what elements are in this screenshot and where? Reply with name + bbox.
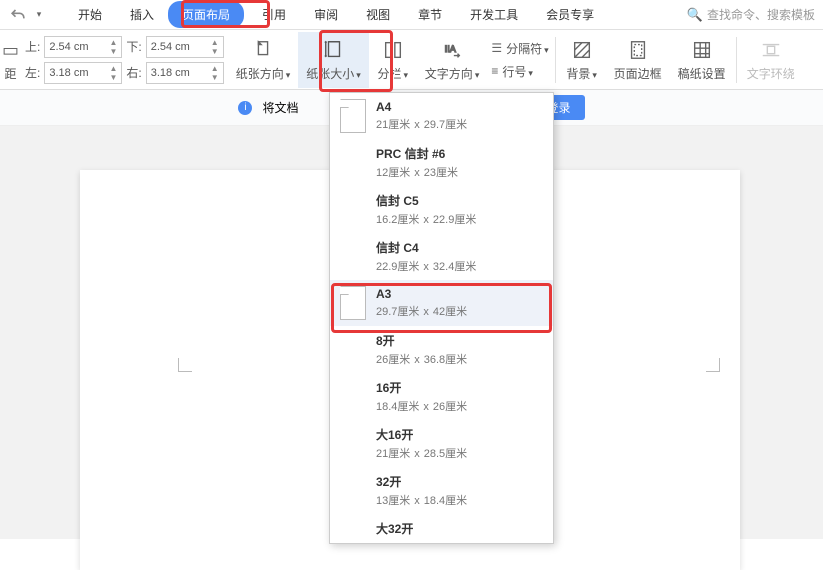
spinner-icon[interactable]: ▲▼ xyxy=(109,38,117,56)
text-direction-icon: IIA xyxy=(441,37,463,63)
tab-start[interactable]: 开始 xyxy=(64,1,116,28)
tab-review[interactable]: 审阅 xyxy=(300,1,352,28)
orientation-icon xyxy=(252,37,274,63)
paper-size-menu[interactable]: A4 21厘米x29.7厘米 PRC 信封 #6 12厘米x23厘米信封 C5 16.2… xyxy=(329,92,554,544)
undo-icon[interactable] xyxy=(8,5,28,25)
tab-bar: 开始 插入 页面布局 引用 审阅 视图 章节 开发工具 会员专享 🔍 查找命令、… xyxy=(0,0,823,30)
orientation-button[interactable]: 纸张方向 xyxy=(228,32,299,88)
paper-size-option[interactable]: A4 21厘米x29.7厘米 xyxy=(330,93,553,139)
paper-size-option[interactable]: 信封 C4 22.9厘米x32.4厘米 xyxy=(330,233,553,280)
svg-text:IIA: IIA xyxy=(445,44,457,54)
margins-group: 上: 2.54 cm▲▼ 下: 2.54 cm▲▼ 左: 3.18 cm▲▼ 右… xyxy=(21,34,228,86)
page-border-button[interactable]: 页面边框 xyxy=(606,32,670,88)
ribbon: ▭ 距 上: 2.54 cm▲▼ 下: 2.54 cm▲▼ 左: 3.18 cm… xyxy=(0,30,823,90)
paper-size-dims: 21厘米x28.5厘米 xyxy=(376,445,467,461)
text-wrap-icon xyxy=(760,37,782,63)
paper-size-dims: 16.2厘米x22.9厘米 xyxy=(376,211,476,227)
separator-button[interactable]: ☰ 分隔符 xyxy=(491,40,548,57)
tab-view[interactable]: 视图 xyxy=(352,1,404,28)
margin-bottom-label: 下: xyxy=(126,38,141,55)
ribbon-divider xyxy=(736,37,737,83)
paper-size-name: A3 xyxy=(376,287,467,301)
margin-top-input[interactable]: 2.54 cm▲▼ xyxy=(44,36,122,58)
paper-size-name: 信封 C4 xyxy=(376,239,476,256)
columns-icon xyxy=(382,37,404,63)
tab-chapters[interactable]: 章节 xyxy=(404,1,456,28)
paper-size-dims: 13厘米x18.4厘米 xyxy=(376,492,467,508)
undo-dropdown-icon[interactable] xyxy=(28,5,48,25)
manuscript-button[interactable]: 稿纸设置 xyxy=(670,32,734,88)
paper-size-dims: 29.7厘米x42厘米 xyxy=(376,303,467,319)
paper-size-dims: 12厘米x23厘米 xyxy=(376,164,458,180)
paper-size-option[interactable]: A3 29.7厘米x42厘米 xyxy=(330,280,553,326)
info-icon: i xyxy=(238,101,252,115)
paper-size-dims: 18.4厘米x26厘米 xyxy=(376,398,467,414)
paper-size-option[interactable]: 大16开 21厘米x28.5厘米 xyxy=(330,420,553,467)
paper-size-dims: 26厘米x36.8厘米 xyxy=(376,351,467,367)
background-button[interactable]: 背景 xyxy=(558,32,606,88)
page-margin-mark xyxy=(178,358,192,372)
tab-page-layout[interactable]: 页面布局 xyxy=(168,1,244,28)
paper-size-option[interactable]: 8开 26厘米x36.8厘米 xyxy=(330,326,553,373)
margin-right-label: 右: xyxy=(126,64,141,81)
paper-size-icon xyxy=(323,37,345,63)
paper-size-name: 16开 xyxy=(376,379,467,396)
margin-bottom-input[interactable]: 2.54 cm▲▼ xyxy=(146,36,224,58)
paper-size-name: 信封 C5 xyxy=(376,192,476,209)
columns-button[interactable]: 分栏 xyxy=(369,32,417,88)
text-wrap-button: 文字环绕 xyxy=(739,32,803,88)
paper-size-dims: 21厘米x29.7厘米 xyxy=(376,116,467,132)
margin-left-label: 左: xyxy=(25,64,40,81)
manuscript-icon xyxy=(691,37,713,63)
page-border-icon xyxy=(627,37,649,63)
margins-button[interactable]: ▭ 距 xyxy=(0,32,21,88)
paper-size-dims: 22.9厘米x32.4厘米 xyxy=(376,258,476,274)
margins-icon: ▭ xyxy=(2,37,19,63)
search-icon: 🔍 xyxy=(687,7,703,23)
margin-top-label: 上: xyxy=(25,38,40,55)
breaks-icon: ☰ xyxy=(491,41,502,55)
paper-size-option[interactable]: PRC 信封 #6 12厘米x23厘米 xyxy=(330,139,553,186)
paper-size-name: 大16开 xyxy=(376,426,467,443)
paper-size-name: 8开 xyxy=(376,332,467,349)
page-margin-mark xyxy=(706,358,720,372)
text-direction-button[interactable]: IIA 文字方向 xyxy=(417,32,488,88)
paper-size-name: PRC 信封 #6 xyxy=(376,145,458,162)
paper-size-name: 32开 xyxy=(376,473,467,490)
paper-size-name: A4 xyxy=(376,100,467,114)
margin-left-input[interactable]: 3.18 cm▲▼ xyxy=(44,62,122,84)
spinner-icon[interactable]: ▲▼ xyxy=(109,64,117,82)
paper-thumb-icon xyxy=(340,286,366,320)
command-search[interactable]: 🔍 查找命令、搜索模板 xyxy=(687,6,823,23)
line-number-icon: ≡ xyxy=(491,64,498,78)
line-number-button[interactable]: ≡ 行号 xyxy=(491,63,548,80)
paper-thumb-icon xyxy=(340,99,366,133)
spinner-icon[interactable]: ▲▼ xyxy=(211,64,219,82)
ribbon-divider xyxy=(555,37,556,83)
paper-size-name: 大32开 xyxy=(376,520,413,537)
tab-insert[interactable]: 插入 xyxy=(116,1,168,28)
background-icon xyxy=(571,37,593,63)
info-text: 将文档 xyxy=(262,99,298,116)
tab-dev-tools[interactable]: 开发工具 xyxy=(456,1,532,28)
paper-size-option[interactable]: 信封 C5 16.2厘米x22.9厘米 xyxy=(330,186,553,233)
search-placeholder: 查找命令、搜索模板 xyxy=(707,6,815,23)
breaks-group: ☰ 分隔符 ≡ 行号 xyxy=(487,38,552,82)
tab-references[interactable]: 引用 xyxy=(248,1,300,28)
tab-vip[interactable]: 会员专享 xyxy=(532,1,608,28)
spinner-icon[interactable]: ▲▼ xyxy=(211,38,219,56)
paper-size-option[interactable]: 16开 18.4厘米x26厘米 xyxy=(330,373,553,420)
paper-size-option[interactable]: 32开 13厘米x18.4厘米 xyxy=(330,467,553,514)
paper-size-button[interactable]: 纸张大小 xyxy=(298,32,369,88)
margin-right-input[interactable]: 3.18 cm▲▼ xyxy=(146,62,224,84)
